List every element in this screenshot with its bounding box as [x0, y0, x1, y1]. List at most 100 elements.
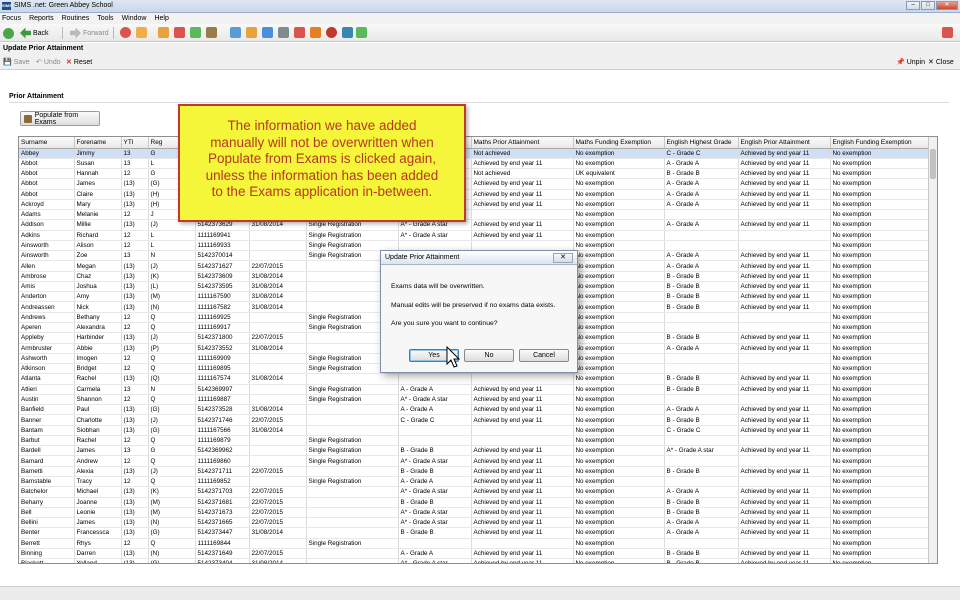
table-cell[interactable]: (13)	[121, 507, 149, 519]
table-cell[interactable]: 31/08/2014	[249, 281, 307, 293]
table-cell[interactable]: No exemption	[830, 271, 930, 282]
contacts-icon[interactable]	[310, 27, 321, 38]
table-cell[interactable]: (N)	[148, 517, 196, 529]
forward-button[interactable]: Forward	[70, 27, 109, 39]
table-cell[interactable]: 1111169887	[195, 394, 250, 406]
table-row[interactable]: Abbot James (13) (G) Achieved by end year 11…	[19, 178, 930, 190]
table-cell[interactable]: 5142371681	[195, 497, 250, 508]
table-cell[interactable]: 31/08/2014	[249, 558, 307, 563]
table-cell[interactable]: Achieved by end year 11	[738, 486, 831, 498]
table-cell[interactable]: 5142371800	[195, 332, 250, 344]
table-cell[interactable]	[249, 312, 307, 324]
table-cell[interactable]: Atlanta	[19, 373, 75, 385]
menu-focus[interactable]: Focus	[2, 13, 21, 24]
table-cell[interactable]: 22/07/2015	[249, 497, 307, 508]
table-cell[interactable]: 22/07/2015	[249, 548, 307, 560]
table-cell[interactable]: Melanie	[74, 209, 122, 221]
table-cell[interactable]: Single Registration	[306, 476, 399, 488]
table-cell[interactable]: (J)	[148, 414, 196, 426]
table-cell[interactable]: 22/07/2015	[249, 517, 307, 529]
table-row[interactable]: Berrett Rhys 12 Q 1111169844 Single Registrat…	[19, 538, 930, 549]
table-cell[interactable]: Achieved by end year 11	[738, 158, 831, 170]
table-cell[interactable]: No exemption	[573, 230, 665, 241]
table-cell[interactable]: Q	[148, 476, 196, 488]
table-row[interactable]: AdamsMelanie12J1111169Single Registratio…	[19, 209, 930, 221]
table-cell[interactable]: 31/08/2014	[249, 271, 307, 282]
table-cell[interactable]: A - Grade A	[398, 404, 472, 416]
table-cell[interactable]: B - Grade B	[664, 384, 739, 395]
table-cell[interactable]: A* - Grade A star	[398, 455, 472, 467]
table-cell[interactable]: 22/07/2015	[249, 466, 307, 478]
table-cell[interactable]: 12	[121, 168, 149, 180]
table-cell[interactable]: Single Registration	[306, 538, 399, 549]
table-cell[interactable]: Bantam	[19, 425, 75, 436]
table-cell[interactable]: B - Grade B	[664, 414, 739, 426]
table-cell[interactable]	[249, 394, 307, 406]
table-cell[interactable]: 12	[121, 230, 149, 241]
table-cell[interactable]: 13	[121, 250, 149, 262]
column-header[interactable]: Surname	[19, 137, 75, 149]
table-cell[interactable]: (G)	[148, 527, 196, 539]
table-cell[interactable]: 12	[121, 538, 149, 549]
table-cell[interactable]: No exemption	[830, 373, 930, 385]
table-cell[interactable]: (G)	[148, 404, 196, 416]
table-cell[interactable]: Achieved by end year 11	[471, 445, 574, 457]
table-cell[interactable]: 13	[121, 384, 149, 395]
table-cell[interactable]: 1111169917	[195, 322, 250, 334]
table-cell[interactable]: Darren	[74, 548, 122, 560]
table-cell[interactable]: (13)	[121, 219, 149, 231]
table-cell[interactable]: No exemption	[573, 260, 665, 272]
table-cell[interactable]	[306, 425, 399, 436]
table-cell[interactable]: (13)	[121, 178, 149, 190]
table-cell[interactable]: No exemption	[830, 445, 930, 457]
table-cell[interactable]: Anderton	[19, 291, 75, 303]
table-cell[interactable]: (N)	[148, 301, 196, 313]
table-cell[interactable]: B - Grade B	[664, 291, 739, 303]
table-cell[interactable]	[306, 517, 399, 529]
cancel-button[interactable]: Cancel	[519, 349, 569, 362]
table-cell[interactable]: A - Grade A	[398, 548, 472, 560]
table-cell[interactable]: C - Grade C	[664, 425, 739, 436]
table-cell[interactable]: Abbot	[19, 158, 75, 170]
table-cell[interactable]: 12	[121, 240, 149, 252]
table-cell[interactable]: 12	[121, 312, 149, 324]
table-cell[interactable]	[738, 209, 831, 221]
table-cell[interactable]: (13)	[121, 414, 149, 426]
table-cell[interactable]: 5142373447	[195, 527, 250, 539]
table-cell[interactable]	[306, 527, 399, 539]
table-cell[interactable]: No exemption	[573, 343, 665, 354]
table-cell[interactable]	[398, 435, 472, 447]
table-cell[interactable]	[306, 404, 399, 416]
table-cell[interactable]: 22/07/2015	[249, 332, 307, 344]
table-cell[interactable]: Achieved by end year 11	[738, 527, 831, 539]
table-cell[interactable]: C - Grade C	[664, 148, 739, 159]
table-cell[interactable]: No exemption	[830, 219, 930, 231]
table-cell[interactable]: No exemption	[830, 517, 930, 529]
table-cell[interactable]: (L)	[148, 281, 196, 293]
table-cell[interactable]: Leonie	[74, 507, 122, 519]
table-cell[interactable]: Achieved by end year 11	[738, 404, 831, 416]
table-cell[interactable]: Achieved by end year 11	[738, 178, 831, 190]
column-header[interactable]: Forename	[74, 137, 122, 149]
table-cell[interactable]: 22/07/2015	[249, 414, 307, 426]
table-cell[interactable]: Paul	[74, 404, 122, 416]
table-cell[interactable]	[664, 394, 739, 406]
table-cell[interactable]: (G)	[148, 425, 196, 436]
table-row[interactable]: Barnetti Alexia (13) (J) 5142371711 22/07/201…	[19, 466, 930, 478]
populate-from-exams-button[interactable]: Populate from Exams	[20, 111, 100, 126]
table-cell[interactable]: No exemption	[830, 394, 930, 406]
table-cell[interactable]: No exemption	[573, 312, 665, 324]
table-cell[interactable]: No exemption	[573, 384, 665, 395]
undo-button[interactable]: ↶ Undo	[36, 58, 61, 67]
table-cell[interactable]	[471, 373, 574, 385]
table-row[interactable]: Addison Millie (13) (J) 5142373629 31/08/2014…	[19, 219, 930, 231]
table-cell[interactable]: No exemption	[573, 373, 665, 385]
table-row[interactable]: Abbot Susan 13 L Achieved by end year 11 No e…	[19, 158, 930, 170]
table-cell[interactable]	[738, 435, 831, 447]
table-cell[interactable]: No exemption	[573, 199, 665, 211]
table-cell[interactable]: (P)	[148, 343, 196, 354]
table-cell[interactable]: Q	[148, 455, 196, 467]
table-cell[interactable]: (K)	[148, 271, 196, 282]
table-cell[interactable]: (J)	[148, 332, 196, 344]
table-cell[interactable]: No exemption	[830, 425, 930, 436]
